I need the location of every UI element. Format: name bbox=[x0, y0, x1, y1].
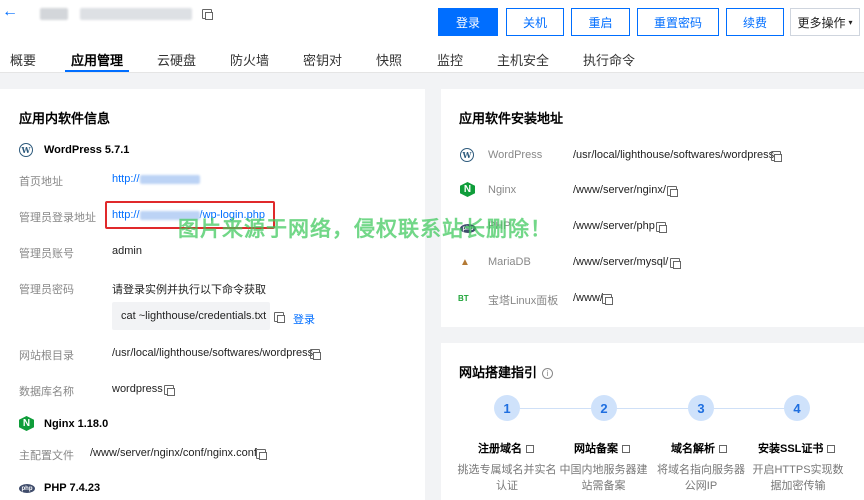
command-login-link[interactable]: 登录 bbox=[293, 311, 315, 327]
step-2-title: 网站备案 bbox=[574, 443, 618, 455]
tab-snapshot[interactable]: 快照 bbox=[376, 50, 402, 69]
tab-monitoring[interactable]: 监控 bbox=[437, 50, 463, 69]
tab-bar: 概要 应用管理 云硬盘 防火墙 密钥对 快照 监控 主机安全 执行命令 bbox=[0, 40, 864, 73]
external-link-icon bbox=[827, 445, 836, 454]
instance-id-redacted bbox=[80, 8, 192, 20]
tab-app-management[interactable]: 应用管理 bbox=[71, 50, 123, 69]
path-value-bt-panel: /www/ bbox=[573, 292, 603, 304]
step-2-link[interactable]: 网站备案 bbox=[574, 440, 630, 456]
step-4-badge: 4 bbox=[784, 395, 810, 421]
db-name-label: 数据库名称 bbox=[19, 386, 74, 398]
install-paths-title: 应用软件安装地址 bbox=[459, 111, 564, 126]
tab-cloud-disk[interactable]: 云硬盘 bbox=[157, 50, 196, 69]
path-value-mariadb: /www/server/mysql/ bbox=[573, 256, 669, 268]
tab-key-pair[interactable]: 密钥对 bbox=[303, 50, 342, 69]
admin-account-label: 管理员账号 bbox=[19, 248, 74, 260]
site-guide-title: 网站搭建指引 i bbox=[459, 362, 554, 381]
software-info-title: 应用内软件信息 bbox=[19, 111, 111, 126]
ip-redacted bbox=[139, 174, 200, 184]
tab-execute-command[interactable]: 执行命令 bbox=[583, 50, 635, 69]
copy-icon[interactable] bbox=[667, 186, 678, 197]
copy-icon[interactable] bbox=[274, 312, 285, 323]
tab-host-security[interactable]: 主机安全 bbox=[497, 50, 549, 69]
site-root-label: 网站根目录 bbox=[19, 350, 74, 362]
shutdown-button[interactable]: 关机 bbox=[506, 8, 564, 36]
step-2-badge: 2 bbox=[591, 395, 617, 421]
php-icon: php bbox=[19, 484, 35, 493]
highlight-box bbox=[105, 201, 275, 229]
path-name-mariadb: MariaDB bbox=[488, 256, 531, 268]
db-name-value: wordpress bbox=[112, 383, 163, 395]
path-name-wordpress: WordPress bbox=[488, 149, 543, 161]
copy-icon[interactable] bbox=[256, 449, 267, 460]
copy-icon[interactable] bbox=[310, 349, 321, 360]
wordpress-version: WordPress 5.7.1 bbox=[44, 144, 130, 156]
copy-icon[interactable] bbox=[656, 222, 667, 233]
copy-icon[interactable] bbox=[771, 151, 782, 162]
path-name-php: PHP bbox=[488, 220, 511, 232]
admin-login-label: 管理员登录地址 bbox=[19, 212, 96, 224]
step-4-title: 安装SSL证书 bbox=[758, 443, 824, 455]
admin-password-hint: 请登录实例并执行以下命令获取 bbox=[112, 284, 266, 296]
instance-header: ← 登录 关机 重启 重置密码 续费 更多操作 ▾ bbox=[0, 0, 864, 40]
path-value-nginx: /www/server/nginx/ bbox=[573, 184, 666, 196]
step-4-desc: 开启HTTPS实现数据加密传输 bbox=[752, 464, 844, 492]
renew-button[interactable]: 续费 bbox=[726, 8, 784, 36]
step-3-title: 域名解析 bbox=[671, 443, 715, 455]
step-2-desc: 中国内地服务器建站需备案 bbox=[559, 464, 648, 492]
restart-button[interactable]: 重启 bbox=[571, 8, 630, 36]
wordpress-icon: W bbox=[19, 143, 33, 157]
tab-firewall[interactable]: 防火墙 bbox=[230, 50, 269, 69]
nginx-config-label: 主配置文件 bbox=[19, 450, 74, 462]
reset-password-button[interactable]: 重置密码 bbox=[637, 8, 719, 36]
external-link-icon bbox=[526, 445, 534, 454]
arrow-left-icon[interactable]: ← bbox=[2, 4, 18, 20]
step-1-title: 注册域名 bbox=[478, 443, 522, 455]
nginx-version: Nginx 1.18.0 bbox=[44, 418, 109, 430]
chevron-down-icon: ▾ bbox=[848, 17, 853, 27]
copy-icon[interactable] bbox=[670, 258, 681, 269]
more-actions-label: 更多操作 bbox=[797, 15, 846, 30]
nginx-config-value: /www/server/nginx/conf/nginx.conf bbox=[90, 447, 257, 459]
bt-panel-icon: BT bbox=[458, 294, 469, 303]
step-1-link[interactable]: 注册域名 bbox=[478, 440, 534, 456]
copy-icon[interactable] bbox=[164, 385, 175, 396]
info-icon[interactable]: i bbox=[542, 368, 554, 380]
instance-name-redacted bbox=[40, 8, 68, 20]
wordpress-icon: W bbox=[460, 148, 474, 162]
copy-icon[interactable] bbox=[202, 9, 213, 20]
steps-connector bbox=[508, 408, 798, 409]
active-tab-indicator bbox=[65, 70, 129, 72]
step-3-badge: 3 bbox=[688, 395, 714, 421]
step-1-badge: 1 bbox=[494, 395, 520, 421]
home-url-label: 首页地址 bbox=[19, 176, 63, 188]
path-value-php: /www/server/php bbox=[573, 220, 655, 232]
credentials-command: cat ~lighthouse/credentials.txt bbox=[112, 302, 270, 330]
login-button[interactable]: 登录 bbox=[438, 8, 498, 36]
admin-account-value: admin bbox=[112, 245, 142, 257]
php-version: PHP 7.4.23 bbox=[44, 482, 101, 494]
external-link-icon bbox=[719, 445, 727, 454]
site-guide-title-text: 网站搭建指引 bbox=[459, 365, 538, 380]
external-link-icon bbox=[622, 445, 630, 454]
step-3-desc: 将域名指向服务器公网IP bbox=[657, 464, 745, 492]
mariadb-icon: ▲ bbox=[460, 257, 470, 268]
home-url-prefix: http:// bbox=[112, 173, 140, 185]
php-icon: php bbox=[460, 224, 476, 233]
tab-overview[interactable]: 概要 bbox=[10, 50, 36, 69]
step-3-link[interactable]: 域名解析 bbox=[671, 440, 727, 456]
admin-password-label: 管理员密码 bbox=[19, 284, 74, 296]
path-name-nginx: Nginx bbox=[488, 184, 517, 196]
step-4-link[interactable]: 安装SSL证书 bbox=[758, 440, 836, 456]
step-1-desc: 挑选专属域名并实名认证 bbox=[457, 464, 557, 492]
more-actions-button[interactable]: 更多操作 ▾ bbox=[790, 8, 860, 36]
home-url-link[interactable]: http:// bbox=[112, 173, 200, 185]
path-name-bt-panel: 宝塔Linux面板 bbox=[488, 295, 559, 307]
path-value-wordpress: /usr/local/lighthouse/softwares/wordpres… bbox=[573, 149, 775, 161]
copy-icon[interactable] bbox=[602, 294, 613, 305]
site-root-value: /usr/local/lighthouse/softwares/wordpres… bbox=[112, 347, 314, 359]
